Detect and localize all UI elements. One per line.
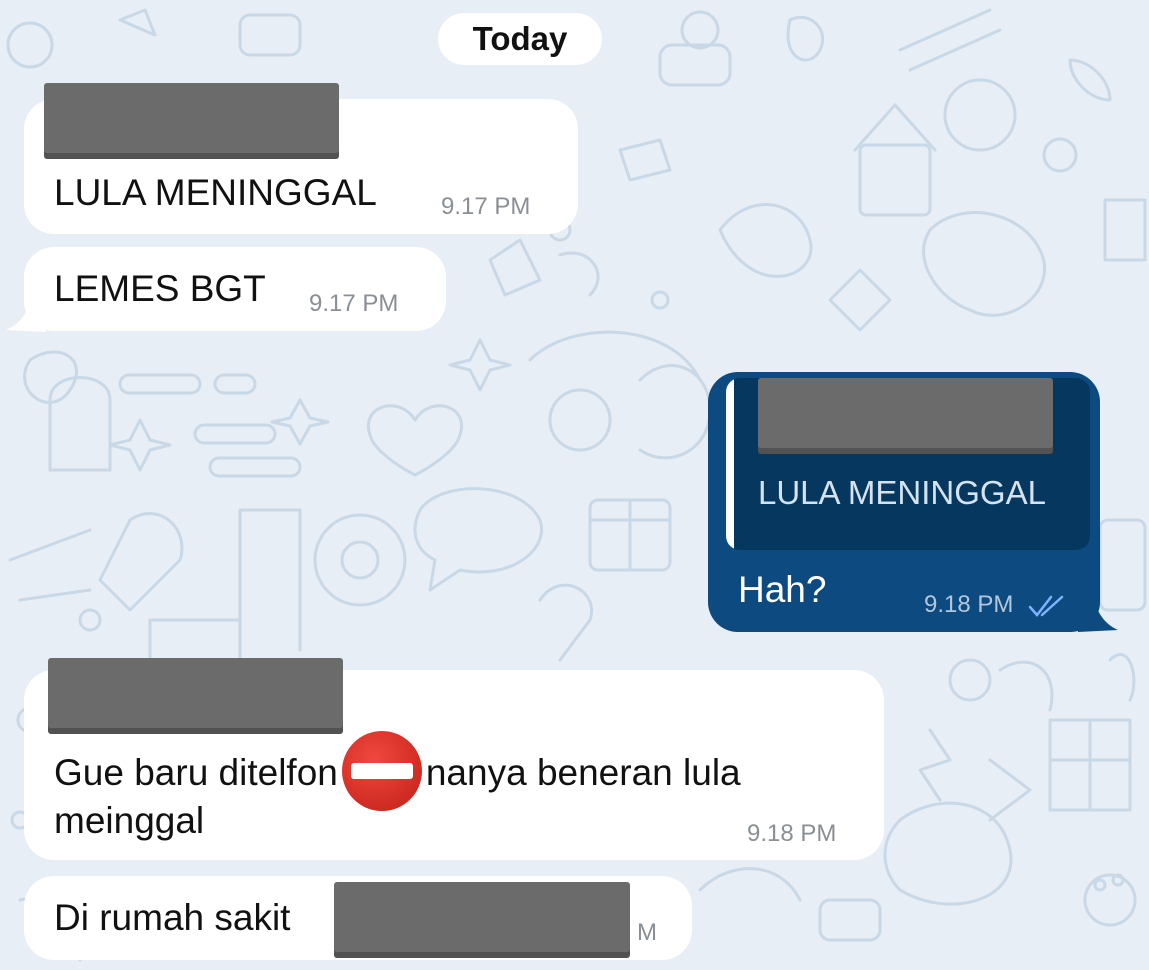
message-text-line2: meinggal [54,800,205,841]
message-text-before: Gue baru ditelfon [54,751,338,793]
message-bubble-outgoing[interactable]: LULA MENINGGAL Hah? 9.18 PM [708,372,1100,632]
message-bubble-incoming[interactable]: LEMES BGT 9.17 PM [24,247,446,331]
message-status: 9.18 PM [924,591,1064,619]
message-text-after: nanya beneran lula [425,751,741,793]
message-timestamp: 9.18 PM [747,820,837,847]
redacted-text [334,882,630,952]
message-timestamp: 9.18 PM [924,591,1014,618]
message-text: Di rumah sakit [54,897,291,938]
message-timestamp: 9.17 PM [309,290,399,317]
quoted-text: LULA MENINGGAL [758,474,1046,511]
redacted-quote-sender [758,378,1053,448]
redacted-sender [48,658,343,728]
message-timestamp: 9.17 PM [441,193,531,220]
no-entry-icon [341,731,422,811]
message-text: LULA MENINGGAL [54,172,377,213]
message-text: Hah? [738,569,827,610]
message-bubble-incoming[interactable]: LULA MENINGGAL 9.17 PM [24,83,578,234]
message-timestamp-partial: M [637,919,657,946]
redacted-sender [44,83,339,153]
quoted-message[interactable]: LULA MENINGGAL [726,378,1090,550]
double-check-icon [1028,595,1064,617]
date-separator: Today [438,13,602,65]
message-bubble-incoming[interactable]: Di rumah sakit M [24,876,692,960]
message-text: LEMES BGT [54,268,266,309]
message-bubble-incoming[interactable]: Gue baru ditelfon nanya beneran lula mein… [24,658,884,860]
quote-accent-bar [726,378,734,550]
